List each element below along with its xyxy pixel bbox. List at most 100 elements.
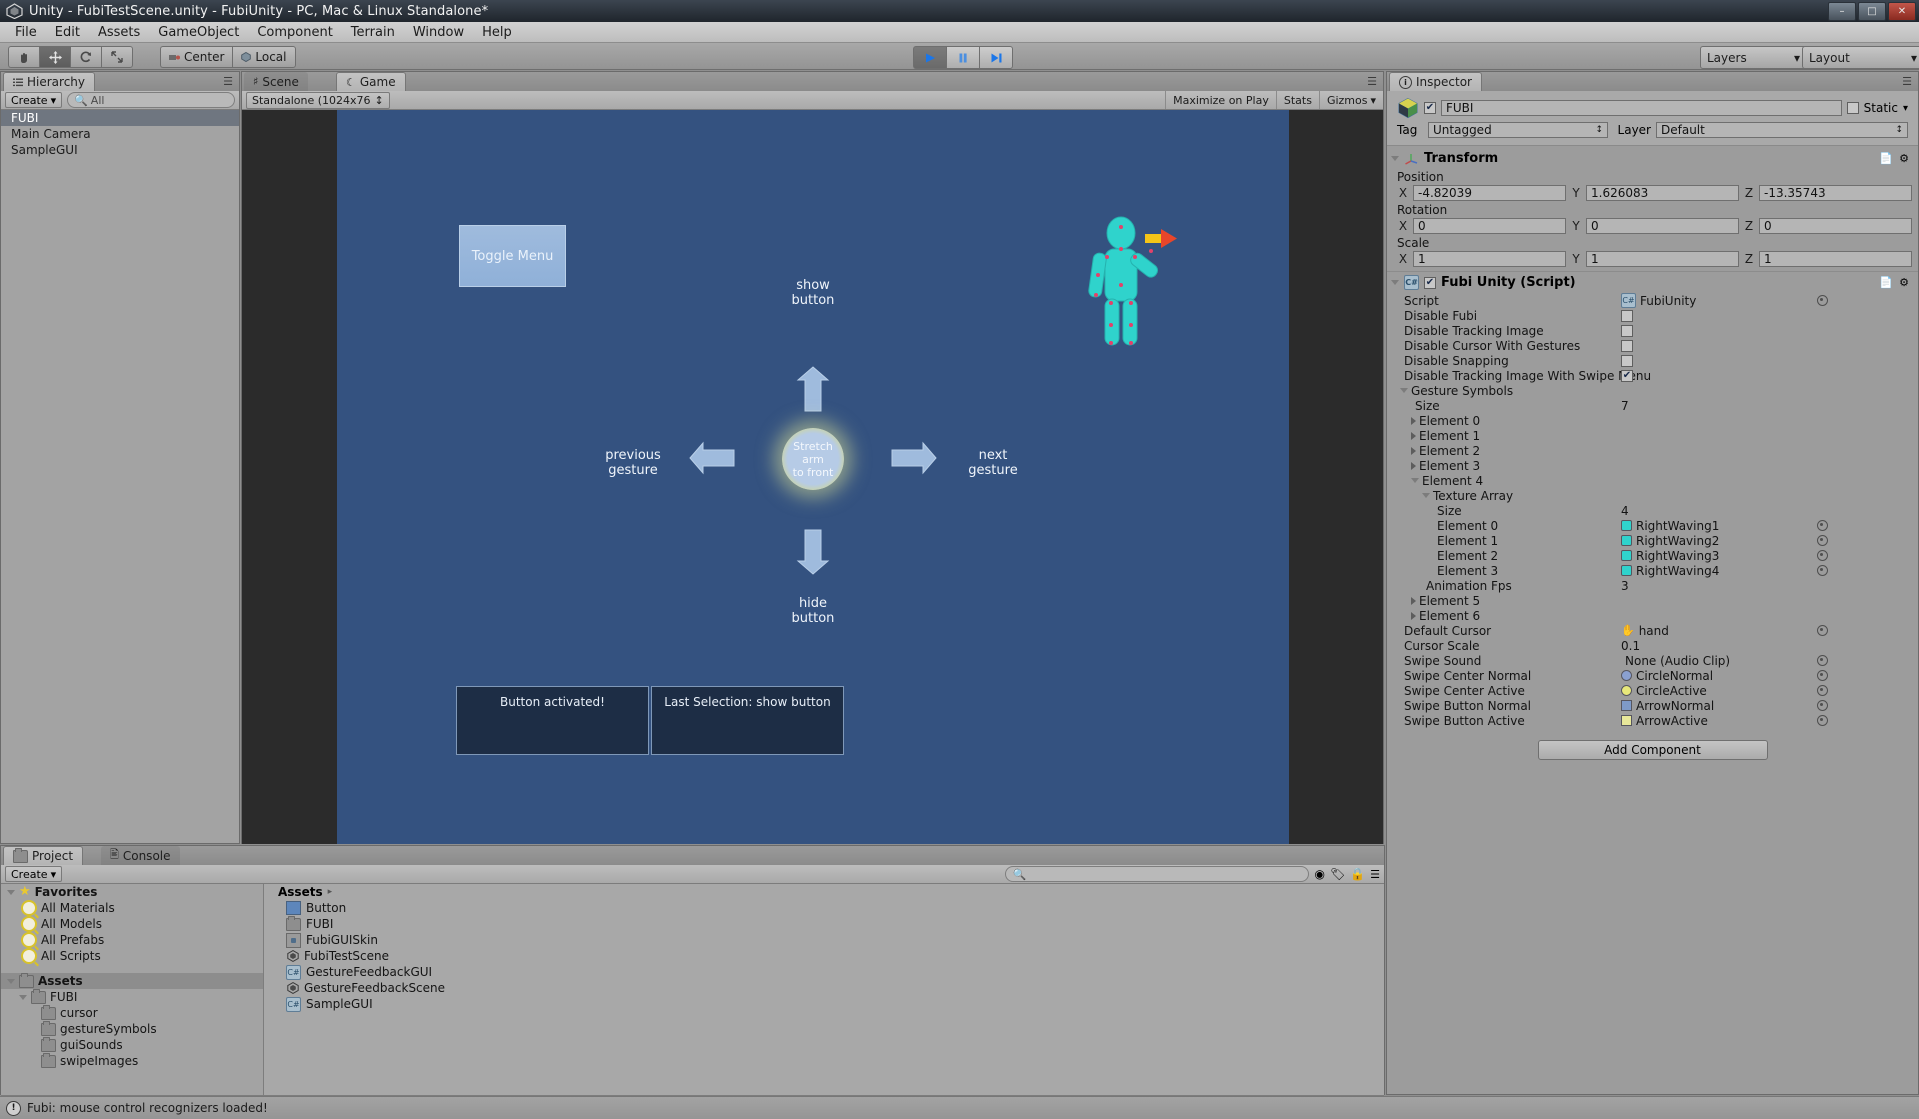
hierarchy-item-main-camera[interactable]: Main Camera <box>1 126 239 142</box>
swipe-arrow-right[interactable] <box>890 441 938 475</box>
position-y-field[interactable]: 1.626083 <box>1586 185 1739 201</box>
swipe-arrow-down[interactable] <box>796 528 830 576</box>
toggle-menu-button[interactable]: Toggle Menu <box>459 225 566 287</box>
foldout-open-icon[interactable] <box>1391 156 1399 161</box>
pause-button[interactable] <box>946 46 979 69</box>
scale-y-field[interactable]: 1 <box>1586 251 1739 267</box>
scale-tool-icon[interactable] <box>101 46 133 68</box>
property-object-value[interactable]: ArrowNormal <box>1636 699 1714 713</box>
project-create-button[interactable]: Create ▾ <box>5 866 62 882</box>
maximize-on-play-toggle[interactable]: Maximize on Play <box>1165 91 1276 109</box>
foldout-open-icon[interactable] <box>1400 388 1408 393</box>
property-text-value[interactable]: 3 <box>1621 579 1629 593</box>
object-picker-icon[interactable] <box>1817 670 1828 681</box>
foldout-closed-icon[interactable] <box>1411 417 1416 425</box>
swipe-center-button[interactable]: Stretch arm to front <box>782 428 844 490</box>
status-bar[interactable]: ! Fubi: mouse control recognizers loaded… <box>0 1096 1919 1119</box>
transform-header[interactable]: Transform 📄 ⚙ <box>1387 148 1918 169</box>
game-resolution-dropdown[interactable]: Standalone (1024x76 ↕ <box>246 92 390 109</box>
project-menu-icon[interactable]: ☰ <box>1370 868 1380 881</box>
favorite-all-materials[interactable]: All Materials <box>1 900 263 916</box>
hierarchy-menu-icon[interactable]: ☰ <box>223 75 233 88</box>
property-object-value[interactable]: FubiUnity <box>1640 294 1696 308</box>
property-checkbox[interactable] <box>1621 340 1633 352</box>
layers-dropdown[interactable]: Layers ▾ <box>1700 46 1807 69</box>
asset-item-button[interactable]: Button <box>264 900 1384 916</box>
property-object-value[interactable]: None (Audio Clip) <box>1625 654 1730 668</box>
hierarchy-item-fubi[interactable]: FUBI <box>1 110 239 126</box>
foldout-open-icon[interactable] <box>7 979 15 984</box>
object-picker-icon[interactable] <box>1817 535 1828 546</box>
tab-game[interactable]: ☾ Game <box>336 72 406 91</box>
asset-item-fubi[interactable]: FUBI <box>264 916 1384 932</box>
asset-item-gesturefeedbackscene[interactable]: GestureFeedbackScene <box>264 980 1384 996</box>
property-text-value[interactable]: 7 <box>1621 399 1629 413</box>
pivot-mode-button[interactable]: Center <box>160 46 232 68</box>
menu-window[interactable]: Window <box>404 23 473 42</box>
hierarchy-item-samplegui[interactable]: SampleGUI <box>1 142 239 158</box>
maximize-button[interactable]: □ <box>1858 2 1886 21</box>
rotate-tool-icon[interactable] <box>70 46 101 68</box>
object-enabled-checkbox[interactable] <box>1424 102 1436 114</box>
chevron-down-icon[interactable]: ▾ <box>1903 103 1908 114</box>
object-picker-icon[interactable] <box>1817 550 1828 561</box>
menu-terrain[interactable]: Terrain <box>342 23 404 42</box>
property-text-value[interactable]: 4 <box>1621 504 1629 518</box>
asset-item-fubitestscene[interactable]: FubiTestScene <box>264 948 1384 964</box>
foldout-open-icon[interactable] <box>19 995 27 1000</box>
menu-assets[interactable]: Assets <box>89 23 149 42</box>
step-button[interactable] <box>979 46 1013 69</box>
fubi-script-header[interactable]: C# Fubi Unity (Script) 📄 ⚙ <box>1387 272 1918 293</box>
property-object-value[interactable]: CircleActive <box>1636 684 1707 698</box>
lock-icon[interactable]: 🔒 <box>1350 867 1365 881</box>
minimize-button[interactable]: – <box>1828 2 1856 21</box>
asset-item-fubiguiskin[interactable]: FubiGUISkin <box>264 932 1384 948</box>
gear-icon[interactable]: ⚙ <box>1899 152 1909 165</box>
object-picker-icon[interactable] <box>1817 520 1828 531</box>
add-component-button[interactable]: Add Component <box>1538 740 1768 760</box>
object-picker-icon[interactable] <box>1817 295 1828 306</box>
game-menu-icon[interactable]: ☰ <box>1367 75 1377 88</box>
foldout-open-icon[interactable] <box>7 890 15 895</box>
project-tree-gesturesymbols[interactable]: gestureSymbols <box>1 1021 263 1037</box>
close-button[interactable]: ✕ <box>1888 2 1916 21</box>
favorite-all-models[interactable]: All Models <box>1 916 263 932</box>
project-tree-swipeimages[interactable]: swipeImages <box>1 1053 263 1069</box>
menu-edit[interactable]: Edit <box>46 23 89 42</box>
fubi-script-enabled-checkbox[interactable] <box>1424 277 1436 289</box>
position-z-field[interactable]: -13.35743 <box>1759 185 1912 201</box>
object-picker-icon[interactable] <box>1817 655 1828 666</box>
asset-item-samplegui[interactable]: C# SampleGUI <box>264 996 1384 1012</box>
object-picker-icon[interactable] <box>1817 625 1828 636</box>
tab-hierarchy[interactable]: Hierarchy <box>3 72 95 91</box>
gizmos-dropdown[interactable]: Gizmos ▾ <box>1319 91 1383 109</box>
inspector-menu-icon[interactable]: ☰ <box>1902 75 1912 88</box>
foldout-closed-icon[interactable] <box>1411 447 1416 455</box>
position-x-field[interactable]: -4.82039 <box>1413 185 1566 201</box>
project-tree-fubi[interactable]: FUBI <box>1 989 263 1005</box>
property-checkbox[interactable] <box>1621 325 1633 337</box>
foldout-closed-icon[interactable] <box>1411 597 1416 605</box>
scale-x-field[interactable]: 1 <box>1413 251 1566 267</box>
foldout-closed-icon[interactable] <box>1411 432 1416 440</box>
swipe-arrow-left[interactable] <box>688 441 736 475</box>
foldout-open-icon[interactable] <box>1411 478 1419 483</box>
property-object-value[interactable]: ArrowActive <box>1636 714 1708 728</box>
menu-gameobject[interactable]: GameObject <box>149 23 248 42</box>
tab-project[interactable]: Project <box>3 846 83 865</box>
tab-console[interactable]: 🖹 Console <box>101 846 180 865</box>
scale-z-field[interactable]: 1 <box>1759 251 1912 267</box>
favorite-all-scripts[interactable]: All Scripts <box>1 948 263 964</box>
filter-by-type-icon[interactable]: ◉ <box>1314 867 1324 881</box>
property-object-value[interactable]: RightWaving1 <box>1636 519 1719 533</box>
property-object-value[interactable]: RightWaving2 <box>1636 534 1719 548</box>
move-tool-icon[interactable] <box>39 46 70 68</box>
project-tree-guisounds[interactable]: guiSounds <box>1 1037 263 1053</box>
rotation-x-field[interactable]: 0 <box>1413 218 1566 234</box>
stats-toggle[interactable]: Stats <box>1276 91 1319 109</box>
project-search-input[interactable]: 🔍 <box>1005 866 1309 882</box>
menu-help[interactable]: Help <box>473 23 521 42</box>
game-canvas[interactable]: Toggle Menu <box>337 110 1289 844</box>
layer-dropdown[interactable]: Default ↕ <box>1656 122 1908 138</box>
help-icon[interactable]: 📄 <box>1879 276 1893 289</box>
